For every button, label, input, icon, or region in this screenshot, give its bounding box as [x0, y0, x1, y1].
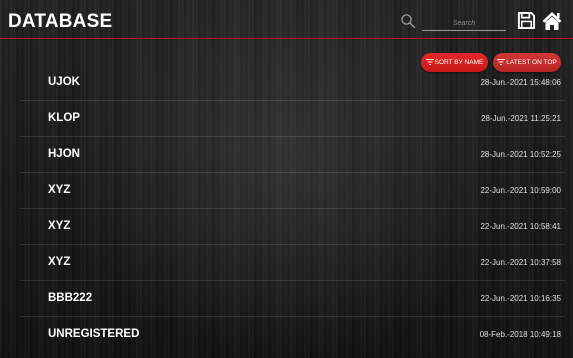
record-name: XYZ	[48, 184, 71, 196]
list-item[interactable]: HJON 28-Jun.-2021 10:52:25	[0, 137, 573, 173]
list-item[interactable]: XYZ 22-Jun.-2021 10:59:00	[0, 173, 573, 209]
record-date: 22-Jun.-2021 10:58:41	[480, 222, 561, 231]
save-icon[interactable]	[517, 11, 536, 30]
list-item[interactable]: BBB222 22-Jun.-2021 10:16:35	[0, 281, 573, 317]
record-date: 28-Jun.-2021 15:48:06	[480, 78, 561, 87]
record-date: 28-Jun.-2021 10:52:25	[480, 150, 561, 159]
record-date: 22-Jun.-2021 10:16:35	[480, 294, 561, 303]
header-bar: DATABASE	[0, 0, 573, 38]
record-date: 22-Jun.-2021 10:37:58	[480, 258, 561, 267]
record-date: 28-Jun.-2021 11:25:21	[481, 114, 561, 123]
database-screen: DATABASE SORT BY NAME LATEST	[0, 0, 573, 358]
record-name: XYZ	[48, 256, 71, 268]
record-name: UJOK	[48, 76, 80, 88]
list-item[interactable]: UJOK 28-Jun.-2021 15:48:06	[0, 65, 573, 101]
list-item[interactable]: KLOP 28-Jun.-2021 11:25:21	[0, 101, 573, 137]
page-title: DATABASE	[8, 11, 113, 32]
record-name: KLOP	[48, 112, 80, 124]
record-name: UNREGISTERED	[48, 328, 140, 340]
record-date: 08-Feb.-2018 10:49:18	[479, 330, 561, 339]
record-name: HJON	[48, 148, 80, 160]
record-name: XYZ	[48, 220, 71, 232]
home-icon[interactable]	[541, 10, 563, 31]
list-item[interactable]: UNREGISTERED 08-Feb.-2018 10:49:18	[0, 317, 573, 353]
list-item[interactable]: XYZ 22-Jun.-2021 10:37:58	[0, 245, 573, 281]
record-date: 22-Jun.-2021 10:59:00	[480, 186, 561, 195]
header-divider	[0, 38, 573, 39]
search-icon[interactable]	[400, 13, 416, 29]
search-input[interactable]	[422, 16, 506, 31]
list-item[interactable]: XYZ 22-Jun.-2021 10:58:41	[0, 209, 573, 245]
record-name: BBB222	[48, 292, 93, 304]
